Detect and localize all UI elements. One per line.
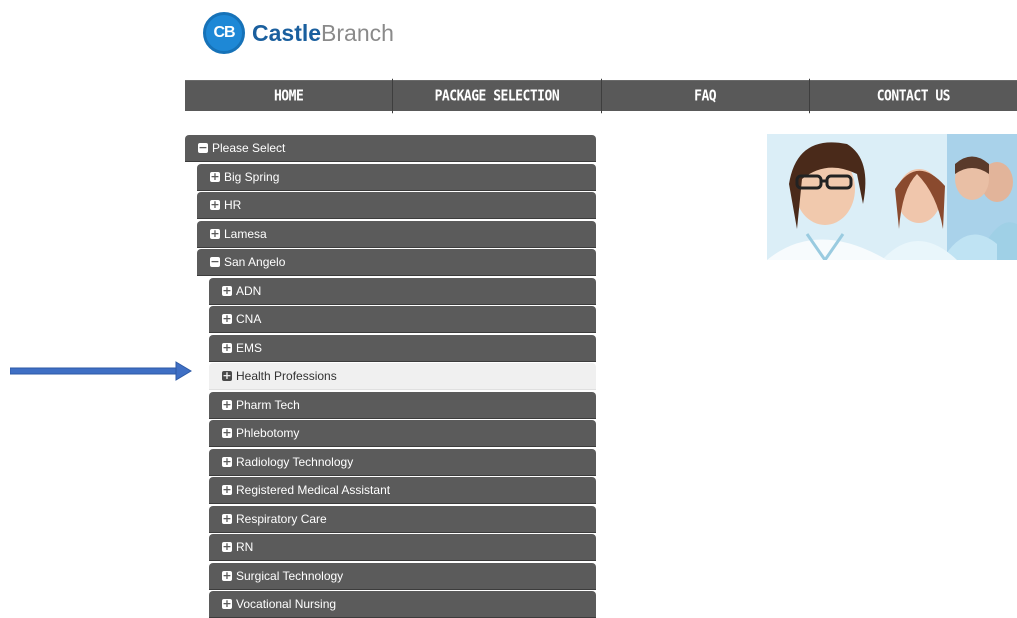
tree-item-radiology-technology[interactable]: + Radiology Technology (209, 449, 596, 476)
logo-word-branch: Branch (321, 19, 394, 46)
nav-contact-us[interactable]: CONTACT US (810, 79, 1017, 114)
tree-item-label: Phlebotomy (236, 426, 300, 440)
plus-icon: + (222, 540, 232, 553)
logo-word-castle: Castle (252, 19, 322, 46)
tree-item-label: Lamesa (224, 227, 267, 241)
nav-home[interactable]: HOME (185, 78, 394, 114)
tree-item-label: Please Select (212, 141, 286, 155)
tree-item-phlebotomy[interactable]: + Phlebotomy (209, 420, 596, 447)
tree-item-label: Surgical Technology (236, 569, 344, 583)
minus-icon: − (198, 141, 208, 154)
plus-icon: + (222, 597, 232, 610)
tree-item-label: Radiology Technology (236, 455, 354, 469)
tree-item-pharm-tech[interactable]: + Pharm Tech (209, 392, 596, 419)
tree-item-big-spring[interactable]: + Big Spring (197, 164, 596, 191)
tree-item-label: Health Professions (236, 369, 337, 383)
plus-icon: + (222, 312, 232, 325)
tree-item-label: Pharm Tech (236, 398, 300, 412)
plus-icon: + (222, 284, 232, 297)
tree-item-cna[interactable]: + CNA (209, 306, 596, 333)
castlebranch-logo[interactable]: CB CastleBranch (203, 11, 394, 55)
plus-icon: + (222, 398, 232, 411)
tree-item-adn[interactable]: + ADN (209, 278, 596, 305)
tree-item-label: HR (224, 198, 242, 212)
tree-item-lamesa[interactable]: + Lamesa (197, 221, 596, 248)
plus-icon: + (222, 569, 232, 582)
logo-mark-text: CB (213, 24, 235, 41)
plus-icon: + (222, 455, 232, 468)
tree-item-vocational-nursing[interactable]: + Vocational Nursing (209, 591, 596, 618)
tree-item-label: ADN (236, 284, 262, 298)
tree-item-surgical-technology[interactable]: + Surgical Technology (209, 563, 596, 590)
tree-item-ems[interactable]: + EMS (209, 335, 596, 362)
nav-package-selection[interactable]: PACKAGE SELECTION (393, 78, 602, 114)
tree-item-label: Vocational Nursing (236, 597, 337, 611)
plus-icon: + (222, 341, 232, 354)
logo-mark-icon: CB (203, 12, 245, 54)
tree-item-label: CNA (236, 312, 262, 326)
healthcare-team-photo (767, 134, 1017, 260)
tree-item-label: EMS (236, 341, 263, 355)
tree-item-health-professions[interactable]: + Health Professions (209, 363, 596, 390)
main-nav: HOME PACKAGE SELECTION FAQ CONTACT US (185, 78, 1017, 114)
minus-icon: − (210, 255, 220, 268)
tree-item-label: San Angelo (224, 255, 286, 269)
plus-icon: + (222, 426, 232, 439)
tree-item-please-select[interactable]: − Please Select (185, 135, 596, 162)
nav-faq[interactable]: FAQ (602, 78, 810, 114)
tree-item-label: Big Spring (224, 170, 280, 184)
tree-item-san-angelo[interactable]: − San Angelo (197, 249, 596, 276)
logo-wordmark: CastleBranch (252, 19, 394, 46)
tree-item-label: RN (236, 540, 254, 554)
plus-icon: + (210, 170, 220, 183)
pointer-arrow-icon (10, 361, 192, 381)
plus-icon: + (222, 512, 232, 525)
tree-item-registered-medical-assistant[interactable]: + Registered Medical Assistant (209, 477, 596, 504)
plus-icon: + (210, 198, 220, 211)
tree-item-respiratory-care[interactable]: + Respiratory Care (209, 506, 596, 533)
plus-icon: + (222, 483, 232, 496)
tree-item-label: Registered Medical Assistant (236, 483, 391, 497)
plus-icon: + (210, 227, 220, 240)
photo-illustration (767, 134, 1017, 260)
tree-item-rn[interactable]: + RN (209, 534, 596, 561)
plus-icon: + (222, 369, 232, 382)
tree-item-label: Respiratory Care (236, 512, 327, 526)
tree-item-hr[interactable]: + HR (197, 192, 596, 219)
